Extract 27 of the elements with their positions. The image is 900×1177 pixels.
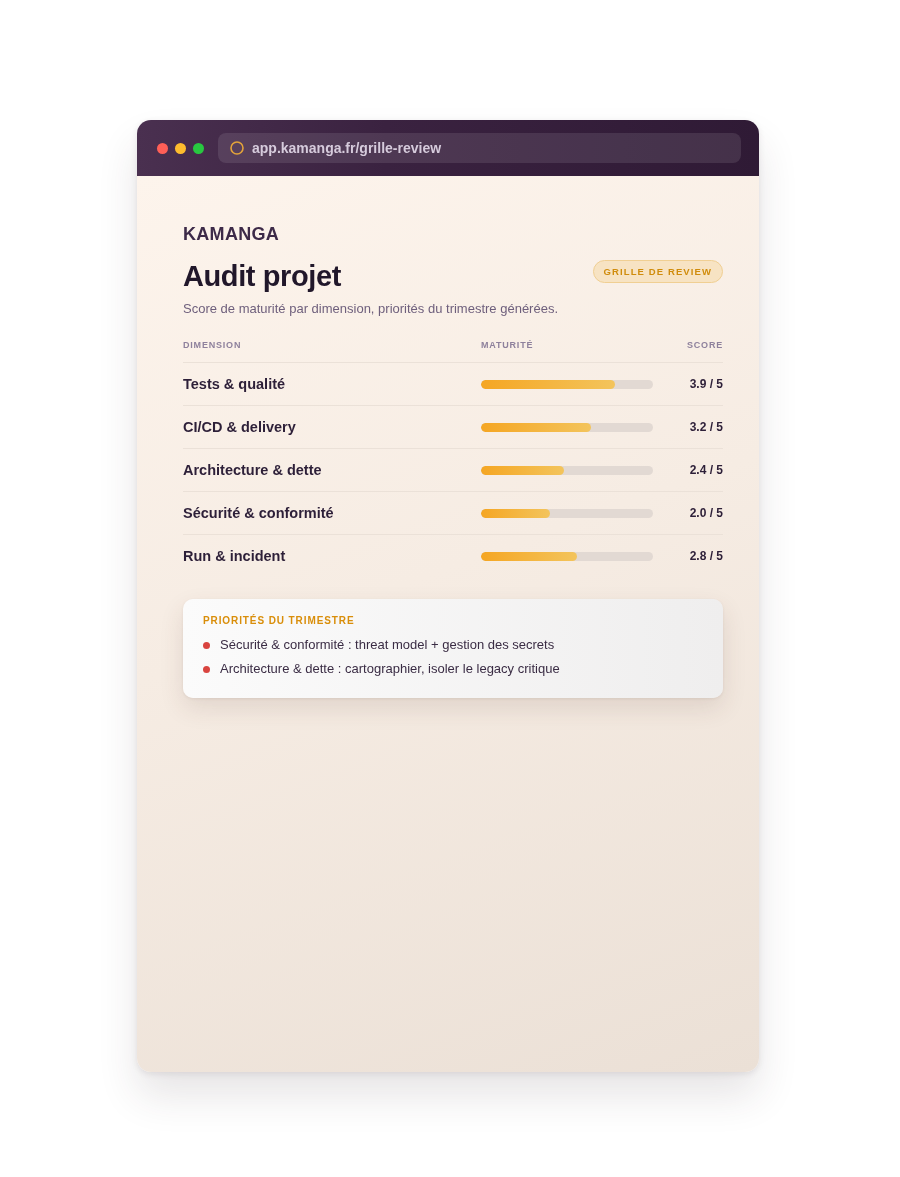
page-subtitle: Score de maturité par dimension, priorités du trimestre générées. (183, 300, 559, 318)
window-control-icon[interactable] (157, 142, 168, 154)
bullet-dot-icon (203, 641, 210, 649)
score-value: 2.0 / 5 (689, 506, 723, 520)
score-value: 3.2 / 5 (689, 420, 723, 434)
dimension-label: Architecture & dette (183, 462, 322, 478)
page-title: Audit projet (183, 259, 341, 294)
window-control-icon[interactable] (193, 142, 204, 154)
ring-icon (230, 141, 244, 155)
score-value: 2.4 / 5 (689, 463, 723, 477)
column-header: MATURITÉ (481, 340, 534, 352)
brand-logo: KAMANGA (183, 223, 281, 246)
score-value: 3.9 / 5 (689, 377, 723, 391)
card-title: PRIORITÉS DU TRIMESTRE (203, 615, 356, 626)
window-control-icon[interactable] (175, 142, 186, 154)
address-bar[interactable]: app.kamanga.fr/grille-review (218, 133, 741, 163)
priority-text: Sécurité & conformité : threat model + gestion des secrets (220, 636, 555, 654)
dimension-label: Tests & qualité (183, 376, 286, 392)
dimension-label: Sécurité & conformité (183, 505, 334, 521)
dimension-label: Run & incident (183, 548, 286, 564)
column-header: SCORE (687, 340, 723, 352)
dimension-label: CI/CD & delivery (183, 419, 296, 435)
priority-text: Architecture & dette : cartographier, isoler le legacy critique (220, 660, 560, 678)
bullet-dot-icon (203, 665, 210, 673)
score-value: 2.8 / 5 (689, 549, 723, 563)
review-badge: GRILLE DE REVIEW (592, 260, 723, 283)
column-header: DIMENSION (183, 340, 242, 352)
